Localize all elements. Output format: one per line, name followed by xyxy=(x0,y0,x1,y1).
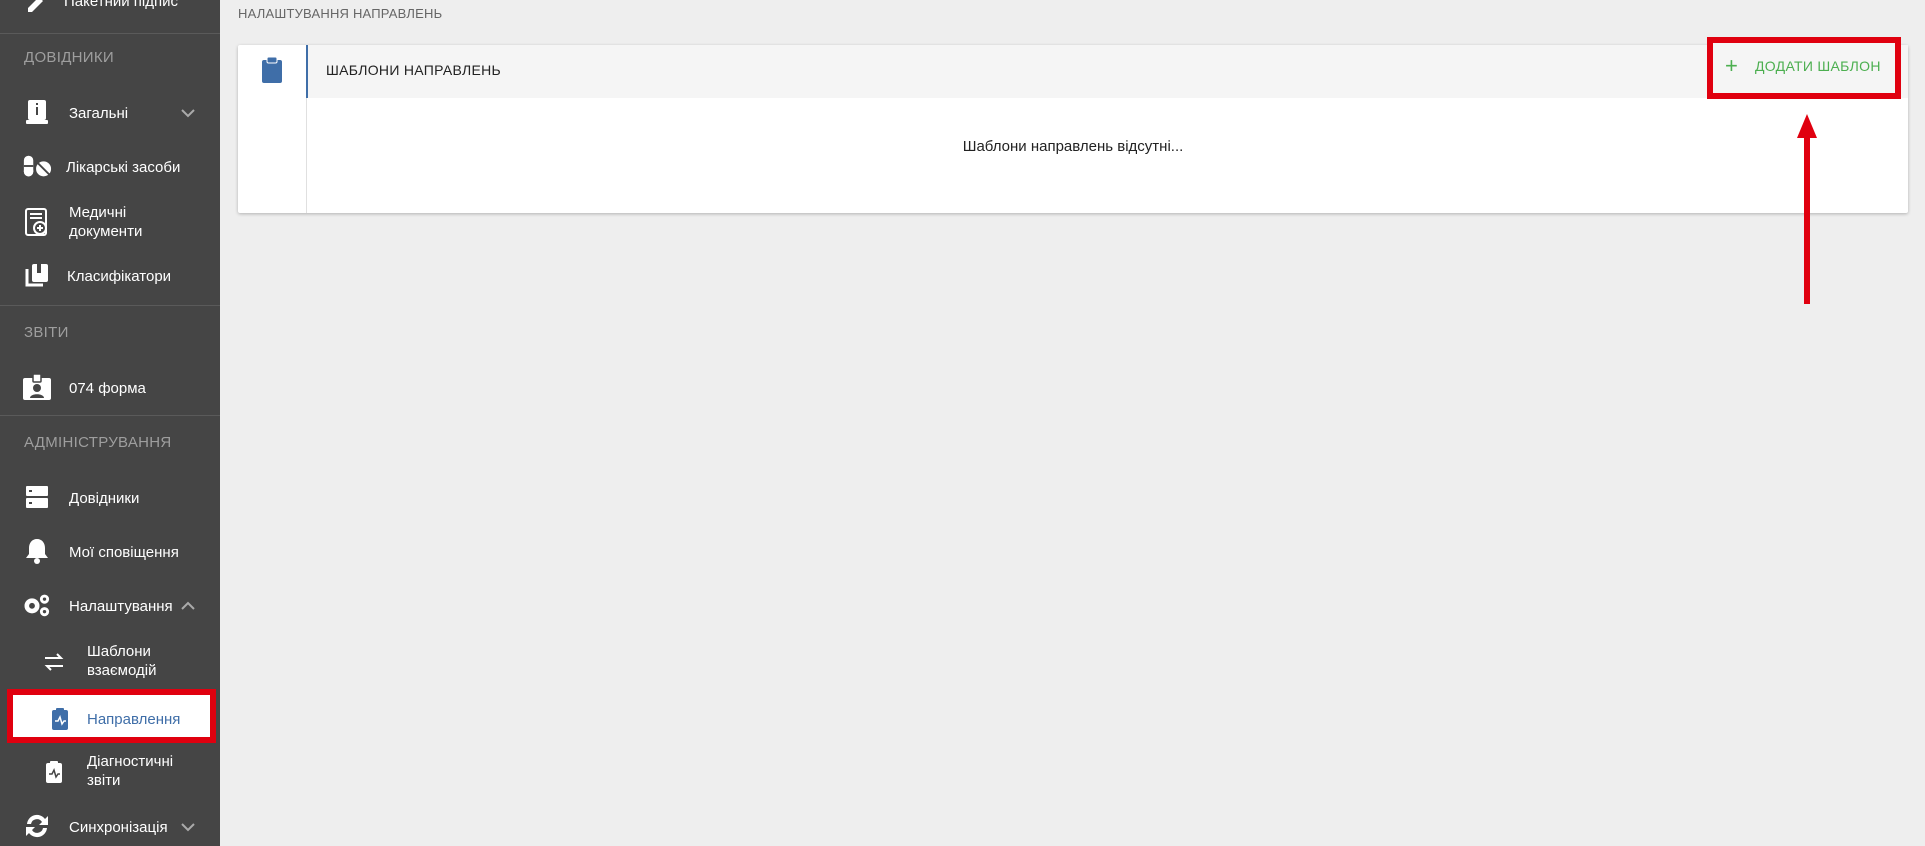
sidebar-item-directories[interactable]: Довідники xyxy=(0,482,220,514)
add-template-button[interactable]: + ДОДАТИ ШАБЛОН xyxy=(1707,37,1901,99)
sidebar-item-batch-sign[interactable]: Пакетний підпис xyxy=(0,0,220,14)
sidebar-item-classifiers[interactable]: Класифікатори xyxy=(0,260,220,292)
annotation-arrow-up xyxy=(1797,114,1817,304)
medical-document-icon xyxy=(22,207,52,237)
sidebar-item-notifications[interactable]: Мої сповіщення xyxy=(0,536,220,568)
sidebar-item-label: 074 форма xyxy=(69,380,146,397)
sidebar-item-label: Медичні документи xyxy=(69,204,143,240)
pen-sign-icon xyxy=(22,0,52,18)
sidebar-item-medical-docs[interactable]: Медичні документи xyxy=(0,201,220,243)
empty-state-message: Шаблони направлень відсутні... xyxy=(962,138,1184,155)
sidebar-item-label: Мої сповіщення xyxy=(69,544,179,561)
sidebar-section-references: ДОВІДНИКИ xyxy=(24,49,114,66)
card-divider xyxy=(306,98,307,213)
sidebar-divider xyxy=(0,33,220,34)
sidebar-item-label: Лікарські засоби xyxy=(66,159,181,176)
gears-icon xyxy=(22,590,52,620)
info-book-icon xyxy=(22,97,52,127)
clipboard-icon xyxy=(262,56,282,83)
sidebar-item-diagnostic-reports[interactable]: Діагностичні звіти xyxy=(0,750,220,792)
clipboard-report-icon xyxy=(42,760,66,784)
sidebar-section-reports: ЗВІТИ xyxy=(24,324,69,341)
sidebar-item-label: Налаштування xyxy=(69,598,173,615)
plus-icon: + xyxy=(1725,53,1738,78)
sidebar-item-label: Синхронізація xyxy=(69,819,168,836)
clipboard-pulse-icon xyxy=(48,707,72,731)
sidebar-item-label: Шаблони взаємодій xyxy=(87,643,157,679)
bell-icon xyxy=(22,536,52,566)
sidebar-divider xyxy=(0,305,220,306)
chevron-down-icon[interactable] xyxy=(178,817,198,837)
sidebar-item-label: Направлення xyxy=(87,711,181,728)
stacked-books-icon xyxy=(22,260,52,290)
sidebar-item-sync[interactable]: Синхронізація xyxy=(0,811,220,843)
sidebar: Пакетний підпис ДОВІДНИКИ Загальні Лікар… xyxy=(0,0,220,846)
chevron-up-icon[interactable] xyxy=(178,596,198,616)
sidebar-item-label: Класифікатори xyxy=(67,268,172,285)
chevron-down-icon[interactable] xyxy=(178,103,198,123)
add-template-label: ДОДАТИ ШАБЛОН xyxy=(1755,58,1881,74)
sidebar-item-settings[interactable]: Налаштування xyxy=(0,590,220,622)
swap-arrows-icon xyxy=(42,650,66,674)
sidebar-item-general[interactable]: Загальні xyxy=(0,97,220,129)
id-badge-icon xyxy=(22,372,52,402)
sidebar-item-interaction-templates[interactable]: Шаблони взаємодій xyxy=(0,640,220,682)
referral-templates-card: ШАБЛОНИ НАПРАВЛЕНЬ Шаблони направлень ві… xyxy=(238,45,1908,213)
sync-icon xyxy=(22,811,52,841)
sidebar-item-label: Діагностичні звіти xyxy=(87,753,174,789)
sidebar-item-label: Довідники xyxy=(69,490,140,507)
sidebar-section-admin: АДМІНІСТРУВАННЯ xyxy=(24,434,172,451)
sidebar-item-label: Загальні xyxy=(69,105,129,122)
sidebar-item-referrals[interactable]: Направлення xyxy=(7,689,216,743)
sidebar-divider xyxy=(0,415,220,416)
sidebar-item-form074[interactable]: 074 форма xyxy=(0,372,220,404)
card-header: ШАБЛОНИ НАПРАВЛЕНЬ xyxy=(306,45,1908,98)
page-title: НАЛАШТУВАННЯ НАПРАВЛЕНЬ xyxy=(238,6,443,21)
card-icon-column xyxy=(238,45,306,213)
card-title: ШАБЛОНИ НАПРАВЛЕНЬ xyxy=(326,62,501,78)
pills-icon xyxy=(22,151,52,181)
server-icon xyxy=(22,482,52,512)
sidebar-item-label: Пакетний підпис xyxy=(64,0,178,10)
sidebar-item-medicines[interactable]: Лікарські засоби xyxy=(0,151,220,183)
